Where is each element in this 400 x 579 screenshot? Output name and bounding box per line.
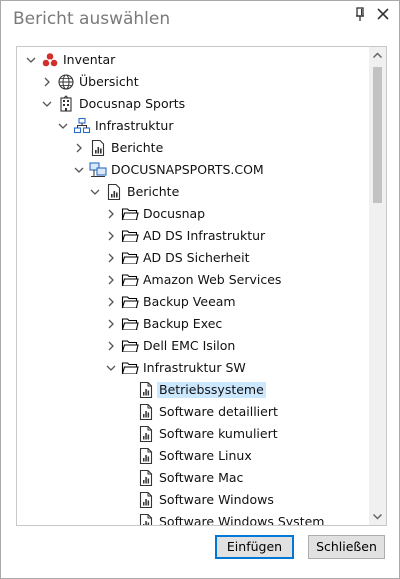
chevron-right-icon[interactable]	[41, 76, 53, 88]
tree-item[interactable]: Inventar	[17, 49, 369, 71]
tree-item-label: Docusnap	[143, 206, 206, 221]
folder-icon	[121, 359, 139, 377]
tree-item[interactable]: Amazon Web Services	[17, 269, 369, 291]
chevron-right-icon[interactable]	[105, 230, 117, 242]
folder-icon	[121, 227, 139, 245]
chevron-down-icon[interactable]	[57, 120, 69, 132]
tree-item[interactable]: Software kumuliert	[17, 423, 369, 445]
folder-icon	[121, 205, 139, 223]
tree-item-label: Amazon Web Services	[143, 272, 282, 287]
report-page-icon	[137, 381, 155, 399]
tree-item-label: Backup Veeam	[143, 294, 236, 309]
tree-item[interactable]: AD DS Sicherheit	[17, 247, 369, 269]
tree-item[interactable]: Berichte	[17, 137, 369, 159]
report-page-icon	[137, 491, 155, 509]
chevron-right-icon[interactable]	[105, 208, 117, 220]
inventar-icon	[41, 51, 59, 69]
tree-item[interactable]: DOCUSNAPSPORTS.COM	[17, 159, 369, 181]
tree-item-label: Dell EMC Isilon	[143, 338, 236, 353]
folder-icon	[121, 271, 139, 289]
tree-item-label: Software kumuliert	[159, 426, 278, 441]
tree-item[interactable]: Software Windows	[17, 489, 369, 511]
chevron-down-icon[interactable]	[41, 98, 53, 110]
tree-item[interactable]: Infrastruktur SW	[17, 357, 369, 379]
report-icon	[105, 183, 123, 201]
folder-icon	[121, 315, 139, 333]
chevron-down-icon[interactable]	[105, 362, 117, 374]
network-icon	[73, 117, 91, 135]
chevron-right-icon[interactable]	[105, 252, 117, 264]
tree-item-label: Infrastruktur SW	[143, 360, 246, 375]
close-icon[interactable]	[374, 5, 392, 23]
tree-item-label: Software detailliert	[159, 404, 278, 419]
tree-item[interactable]: Docusnap	[17, 203, 369, 225]
chevron-right-icon[interactable]	[105, 318, 117, 330]
scrollbar-thumb[interactable]	[373, 67, 382, 203]
tree-item-label: Betriebssysteme	[157, 382, 266, 398]
tree-item[interactable]: Software Linux	[17, 445, 369, 467]
tree-item[interactable]: AD DS Infrastruktur	[17, 225, 369, 247]
report-page-icon	[137, 469, 155, 487]
tree-item-label: Backup Exec	[143, 316, 223, 331]
dialog-window: Bericht auswählen Inventar Übersicht Docus…	[0, 0, 400, 579]
report-page-icon	[137, 403, 155, 421]
tree-item-label: Software Windows	[159, 492, 274, 507]
report-page-icon	[137, 513, 155, 525]
folder-icon	[121, 293, 139, 311]
tree-item-label: DOCUSNAPSPORTS.COM	[111, 162, 264, 177]
scroll-down-icon[interactable]	[372, 511, 383, 522]
tree-item[interactable]: Infrastruktur	[17, 115, 369, 137]
tree-item[interactable]: Betriebssysteme	[17, 379, 369, 401]
tree-item-label: AD DS Sicherheit	[143, 250, 250, 265]
chevron-right-icon[interactable]	[105, 296, 117, 308]
report-icon	[89, 139, 107, 157]
report-tree[interactable]: Inventar Übersicht Docusnap Sports Infrastr…	[16, 46, 387, 526]
tree-item-label: Berichte	[111, 140, 164, 155]
chevron-right-icon[interactable]	[105, 340, 117, 352]
tree-item-label: Docusnap Sports	[79, 96, 186, 111]
tree-item-label: Software Windows System	[159, 514, 325, 525]
scroll-up-icon[interactable]	[372, 50, 383, 61]
chevron-right-icon[interactable]	[105, 274, 117, 286]
close-button[interactable]: Schließen	[308, 535, 385, 559]
tree-item-label: Software Mac	[159, 470, 244, 485]
domain-icon	[89, 161, 107, 179]
building-icon	[57, 95, 75, 113]
globe-icon	[57, 73, 75, 91]
tree-item-label: Übersicht	[79, 74, 139, 89]
chevron-right-icon[interactable]	[73, 142, 85, 154]
chevron-down-icon[interactable]	[73, 164, 85, 176]
tree-item[interactable]: Software detailliert	[17, 401, 369, 423]
chevron-down-icon[interactable]	[89, 186, 101, 198]
tree-item[interactable]: Backup Exec	[17, 313, 369, 335]
tree-item[interactable]: Berichte	[17, 181, 369, 203]
report-page-icon	[137, 425, 155, 443]
tree-item[interactable]: Software Mac	[17, 467, 369, 489]
tree-rows: Inventar Übersicht Docusnap Sports Infrastr…	[17, 47, 369, 525]
tree-item-label: Inventar	[63, 52, 116, 67]
tree-item-label: Software Linux	[159, 448, 252, 463]
tree-item[interactable]: Übersicht	[17, 71, 369, 93]
tree-item[interactable]: Backup Veeam	[17, 291, 369, 313]
report-page-icon	[137, 447, 155, 465]
tree-item[interactable]: Dell EMC Isilon	[17, 335, 369, 357]
tree-item-label: Berichte	[127, 184, 180, 199]
folder-icon	[121, 337, 139, 355]
tree-item-label: Infrastruktur	[95, 118, 174, 133]
pin-icon[interactable]	[351, 5, 369, 23]
vertical-scrollbar[interactable]	[369, 47, 386, 525]
folder-icon	[121, 249, 139, 267]
tree-item[interactable]: Software Windows System	[17, 511, 369, 525]
tree-item[interactable]: Docusnap Sports	[17, 93, 369, 115]
chevron-down-icon[interactable]	[25, 54, 37, 66]
insert-button[interactable]: Einfügen	[215, 535, 294, 559]
tree-item-label: AD DS Infrastruktur	[143, 228, 266, 243]
dialog-title: Bericht auswählen	[13, 9, 171, 29]
